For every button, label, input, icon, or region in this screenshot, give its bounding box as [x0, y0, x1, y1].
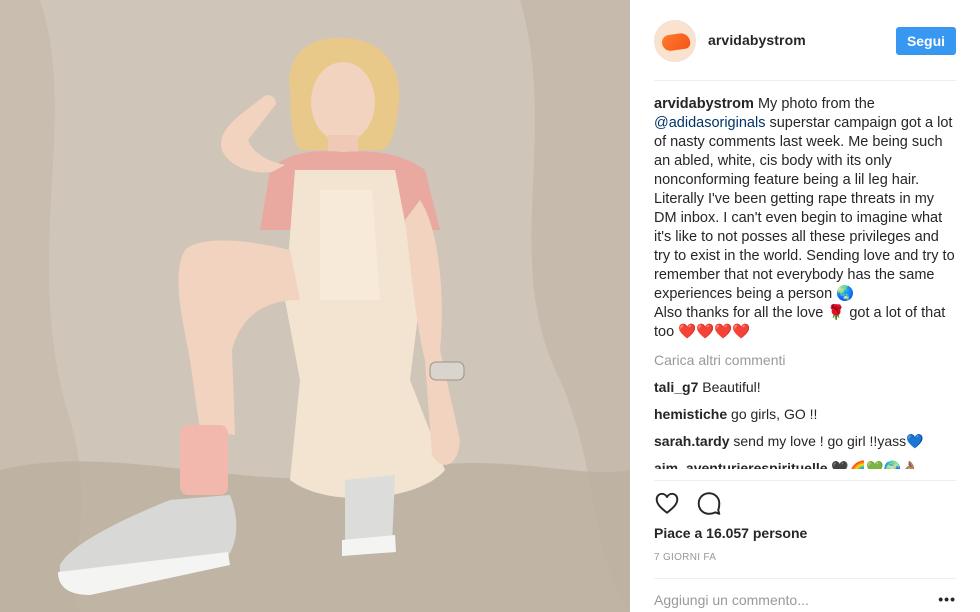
- comment-username[interactable]: aim_aventurierespirituelle: [654, 460, 828, 469]
- comment-text: send my love ! go girl !!yass💙: [729, 433, 924, 449]
- post-header: arvidabystrom Segui: [654, 20, 956, 64]
- comment-text: 🖤🌈💚🌍👌🏽: [827, 460, 919, 469]
- caption-text-1: My photo from the: [753, 96, 875, 112]
- avatar[interactable]: [654, 20, 696, 62]
- caption-text-3: Also thanks for all the love 🌹 got a lot…: [654, 305, 946, 340]
- post-sidebar: arvidabystrom Segui arvidabystrom My pho…: [630, 0, 980, 612]
- post-photo-illustration: [0, 0, 630, 612]
- post-timestamp[interactable]: 7 GIORNI FA: [654, 552, 716, 563]
- likes-count[interactable]: Piace a 16.057 persone: [654, 525, 807, 541]
- comment-text: go girls, GO !!: [727, 406, 818, 422]
- comments-divider: [654, 480, 956, 481]
- comment-item: tali_g7 Beautiful!: [654, 378, 956, 396]
- post-actions: [654, 490, 734, 516]
- add-comment-input[interactable]: [654, 592, 924, 608]
- more-options-icon[interactable]: •••: [938, 591, 956, 607]
- comment-username[interactable]: tali_g7: [654, 379, 698, 395]
- comment-username[interactable]: sarah.tardy: [654, 433, 729, 449]
- comment-text: Beautiful!: [698, 379, 761, 395]
- caption-username[interactable]: arvidabystrom: [654, 96, 754, 112]
- username[interactable]: arvidabystrom: [708, 32, 806, 48]
- header-divider: [654, 80, 956, 81]
- caption-mention-link[interactable]: @adidasoriginals: [654, 115, 765, 131]
- comment-bubble-icon[interactable]: [696, 490, 722, 516]
- actions-divider: [654, 578, 956, 579]
- heart-icon[interactable]: [654, 490, 680, 516]
- comment-item: sarah.tardy send my love ! go girl !!yas…: [654, 432, 956, 450]
- avatar-image: [661, 32, 691, 52]
- post-caption: arvidabystrom My photo from the @adidaso…: [654, 95, 956, 342]
- load-more-comments-link[interactable]: Carica altri commenti: [654, 351, 956, 369]
- caption-text-2: superstar campaign got a lot of nasty co…: [654, 115, 955, 302]
- comment-item: aim_aventurierespirituelle 🖤🌈💚🌍👌🏽: [654, 459, 956, 469]
- comment-username[interactable]: hemistiche: [654, 406, 727, 422]
- comment-item: hemistiche go girls, GO !!: [654, 405, 956, 423]
- follow-button[interactable]: Segui: [896, 27, 956, 55]
- post-photo[interactable]: [0, 0, 630, 612]
- comments-list[interactable]: arvidabystrom My photo from the @adidaso…: [654, 95, 956, 480]
